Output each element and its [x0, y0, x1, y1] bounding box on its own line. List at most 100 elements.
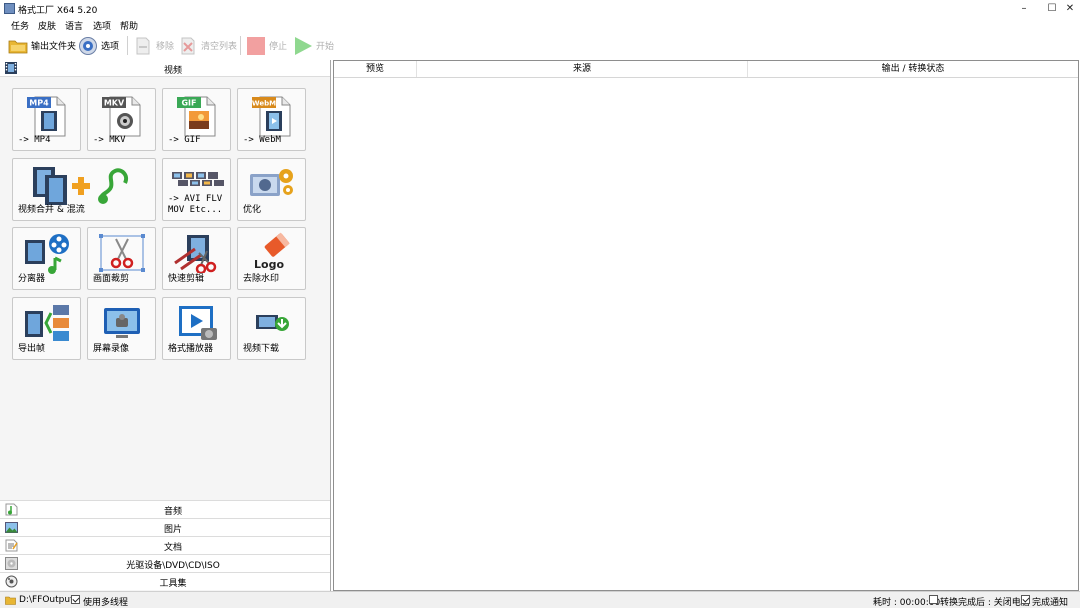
tile-video-merge[interactable]: 视频合并 & 混流 [12, 158, 156, 221]
tile-label: -> MP4 [18, 135, 51, 145]
close-button[interactable]: ✕ [1062, 2, 1078, 16]
remove-watermark-icon: Logo [250, 232, 296, 275]
tile-export-frames[interactable]: 导出帧 [12, 297, 81, 360]
tile-screen-record[interactable]: 屏幕录像 [87, 297, 156, 360]
other-formats-icon [172, 171, 224, 190]
tile-label: 画面裁剪 [93, 274, 130, 284]
toolbar-separator [127, 36, 128, 55]
task-list[interactable]: 预览 来源 输出 / 转换状态 [333, 60, 1079, 591]
webm-file-icon: WebM [252, 95, 296, 140]
tile-label: 格式播放器 [168, 344, 214, 354]
options-gear-icon [78, 36, 98, 56]
screen-record-icon [102, 306, 142, 343]
crop-icon [98, 233, 146, 276]
tile-label: 去除水印 [243, 274, 280, 284]
start-play-icon [293, 36, 313, 56]
stop-icon [246, 36, 266, 56]
status-bar: D:\FFOutput 使用多线程 耗时 : 00:00:00 转换完成后 : … [0, 591, 1080, 608]
notify-label: 完成通知 [1032, 598, 1069, 608]
category-disc[interactable]: 光驱设备\DVD\CD\ISO [0, 554, 330, 572]
after-convert-checkbox[interactable] [929, 595, 938, 604]
tile-demuxer[interactable]: 分离器 [12, 227, 81, 290]
remove-button[interactable]: 移除 [133, 34, 174, 57]
stop-button[interactable]: 停止 [246, 34, 287, 57]
column-preview[interactable]: 预览 [334, 61, 417, 77]
after-convert-label: 转换完成后 : 关闭电脑 [940, 598, 1030, 608]
tile-quick-clip[interactable]: 快速剪辑 [162, 227, 231, 290]
tile-label: -> AVI FLV MOV Etc... [168, 194, 223, 215]
demuxer-icon [23, 232, 73, 279]
tile-other-formats[interactable]: -> AVI FLV MOV Etc... [162, 158, 231, 221]
function-panel: 视频 MP4 -> MP4 MKV -> MKV GIF -> GIF WebM… [0, 60, 331, 591]
stop-label: 停止 [269, 42, 288, 52]
tile-crop[interactable]: 画面裁剪 [87, 227, 156, 290]
title-bar: 格式工厂 X64 5.20 – ☐ ✕ [0, 0, 1080, 18]
category-picture[interactable]: 图片 [0, 518, 330, 536]
svg-text:MP4: MP4 [29, 99, 49, 108]
tile-to-gif[interactable]: GIF -> GIF [162, 88, 231, 151]
svg-text:GIF: GIF [181, 99, 196, 108]
multithread-checkbox[interactable] [71, 595, 80, 604]
category-label: 光驱设备\DVD\CD\ISO [126, 561, 220, 571]
category-label: 图片 [163, 525, 182, 535]
options-label: 选项 [101, 42, 120, 52]
category-audio[interactable]: 音频 [0, 500, 330, 518]
tile-optimize[interactable]: 优化 [237, 158, 306, 221]
notify-checkbox[interactable] [1021, 595, 1030, 604]
menu-help[interactable]: 帮助 [120, 19, 138, 32]
video-merge-icon [31, 163, 141, 210]
tile-label: 快速剪辑 [168, 274, 205, 284]
remove-label: 移除 [156, 42, 175, 52]
tile-player[interactable]: 格式播放器 [162, 297, 231, 360]
tile-to-webm[interactable]: WebM -> WebM [237, 88, 306, 151]
svg-text:Logo: Logo [254, 258, 284, 271]
tile-label: -> WebM [243, 135, 281, 145]
category-document[interactable]: 文档 [0, 536, 330, 554]
window-title: 格式工厂 X64 5.20 [18, 6, 98, 16]
category-label: 工具集 [159, 579, 187, 589]
tile-video-download[interactable]: 视频下载 [237, 297, 306, 360]
menu-skin[interactable]: 皮肤 [38, 19, 56, 32]
toolbar-separator [240, 36, 241, 55]
quick-clip-icon [173, 233, 221, 276]
gif-file-icon: GIF [177, 95, 221, 140]
output-folder-button[interactable]: 输出文件夹 [8, 34, 76, 57]
video-category-header[interactable]: 视频 [0, 60, 330, 77]
mp4-file-icon: MP4 [27, 95, 71, 140]
menu-options[interactable]: 选项 [93, 19, 111, 32]
svg-text:MKV: MKV [104, 99, 125, 108]
column-output-status[interactable]: 输出 / 转换状态 [748, 61, 1078, 77]
optimize-icon [248, 166, 296, 203]
category-toolbox[interactable]: 工具集 [0, 572, 330, 590]
tile-label: 视频合并 & 混流 [18, 205, 85, 215]
clear-list-button[interactable]: 清空列表 [178, 34, 237, 57]
minimize-button[interactable]: – [1016, 2, 1032, 16]
mkv-file-icon: MKV [102, 95, 146, 140]
tile-label: 导出帧 [18, 344, 46, 354]
tile-to-mp4[interactable]: MP4 -> MP4 [12, 88, 81, 151]
category-label: 音频 [163, 507, 182, 517]
output-path[interactable]: D:\FFOutput [19, 595, 74, 605]
folder-icon [8, 36, 28, 56]
tile-label: 分离器 [18, 274, 46, 284]
column-source[interactable]: 来源 [417, 61, 748, 77]
player-icon [177, 304, 219, 345]
tile-label: 优化 [243, 205, 262, 215]
menu-task[interactable]: 任务 [11, 19, 29, 32]
clear-list-icon [178, 36, 198, 56]
start-button[interactable]: 开始 [293, 34, 334, 57]
tile-label: -> GIF [168, 135, 201, 145]
options-button[interactable]: 选项 [78, 34, 119, 57]
app-icon [4, 3, 15, 14]
task-list-header: 预览 来源 输出 / 转换状态 [334, 61, 1078, 78]
menu-language[interactable]: 语言 [65, 19, 83, 32]
tile-remove-watermark[interactable]: Logo 去除水印 [237, 227, 306, 290]
folder-icon [5, 595, 16, 605]
multithread-label: 使用多线程 [83, 598, 129, 608]
tile-to-mkv[interactable]: MKV -> MKV [87, 88, 156, 151]
video-download-icon [254, 311, 290, 336]
svg-text:WebM: WebM [252, 100, 276, 108]
toolbar: 输出文件夹 选项 移除 清空列表 停止 开始 [0, 32, 1080, 59]
clear-list-label: 清空列表 [201, 42, 238, 52]
maximize-button[interactable]: ☐ [1044, 2, 1060, 16]
